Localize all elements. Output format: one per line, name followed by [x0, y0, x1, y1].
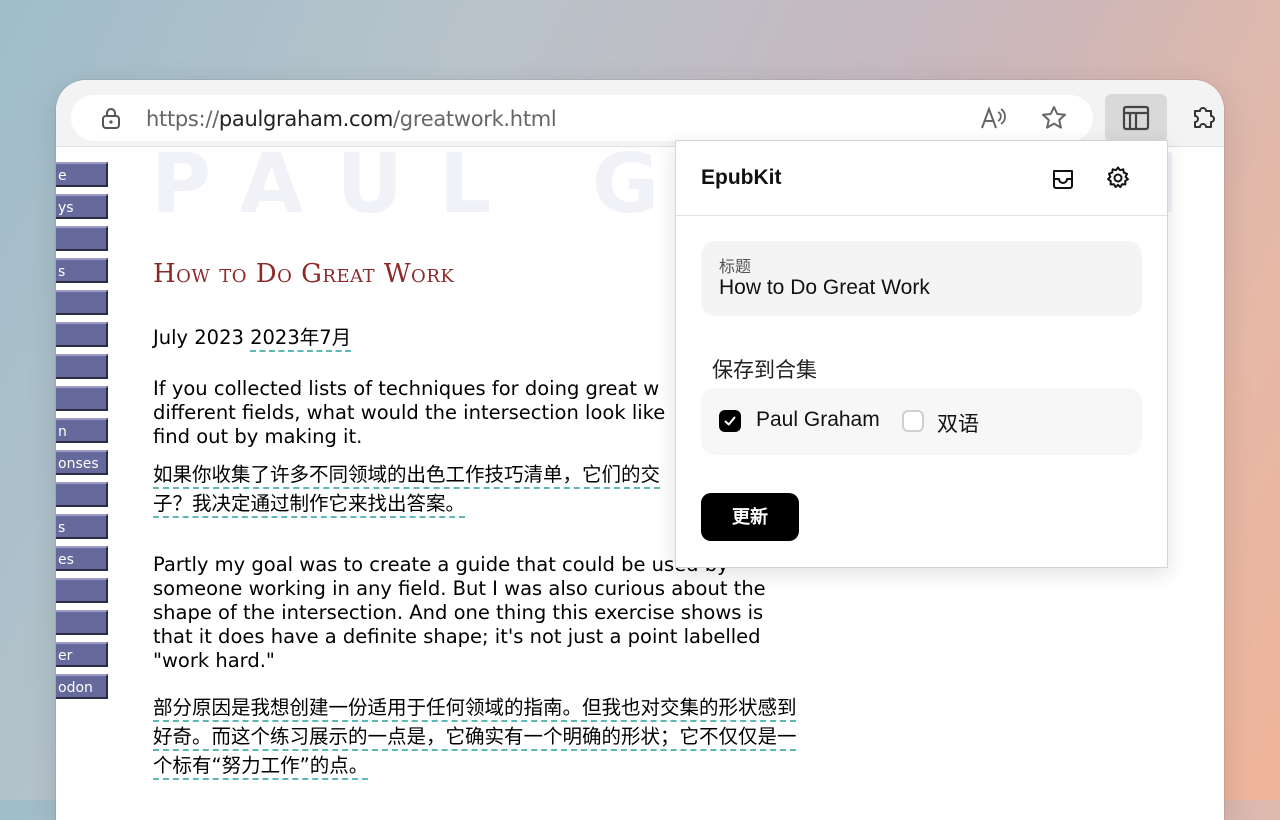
article-title: How to Do Great Work [153, 259, 455, 289]
epubkit-popup: EpubKit 标题 How to Do Great Work 保存到合集 Pa… [675, 140, 1168, 568]
favorite-star-icon[interactable] [1040, 104, 1068, 132]
url-text[interactable]: https://paulgraham.com/greatwork.html [146, 107, 557, 131]
site-nav-button[interactable] [56, 322, 108, 347]
paragraph-2-en: Partly my goal was to create a guide tha… [153, 553, 766, 672]
date-en: July 2023 [153, 326, 244, 349]
extensions-puzzle-icon[interactable] [1189, 103, 1217, 131]
site-nav-button[interactable]: odon [56, 674, 108, 699]
url-prefix: https:// [146, 107, 219, 131]
site-nav-label: er [58, 648, 73, 664]
date-zh: 2023年7月 [250, 326, 352, 349]
zh-line: 子？我决定通过制作它来找出答案。 [153, 492, 466, 515]
url-domain: paulgraham.com [218, 107, 394, 131]
update-button[interactable]: 更新 [701, 493, 799, 541]
site-nav-button[interactable]: s [56, 258, 108, 283]
collection-choices: Paul Graham 双语 [701, 388, 1142, 455]
site-nav-label: es [58, 552, 74, 568]
lock-icon[interactable] [101, 107, 121, 129]
url-path: /greatwork.html [393, 107, 557, 131]
epubkit-extension-icon [1122, 105, 1150, 131]
site-nav-label: n [58, 424, 67, 440]
site-nav-label: onses [58, 456, 99, 472]
epubkit-extension-button[interactable] [1105, 94, 1167, 142]
checkbox-bilingual[interactable] [902, 410, 924, 432]
zh-line: 如果你收集了许多不同领域的出色工作技巧清单，它们的交 [153, 463, 661, 486]
title-field[interactable]: 标题 How to Do Great Work [701, 241, 1142, 316]
site-nav-button[interactable] [56, 578, 108, 603]
read-aloud-icon[interactable] [979, 104, 1007, 132]
site-nav-label: e [58, 168, 67, 184]
site-nav-label: s [58, 520, 66, 536]
checkbox-paul-graham[interactable] [719, 410, 741, 432]
inbox-icon[interactable] [1050, 165, 1076, 191]
collection-section-label: 保存到合集 [712, 359, 817, 382]
zh-line: 好奇。而这个练习展示的一点是，它确实有一个明确的形状；它不仅仅是一 [153, 725, 797, 748]
site-nav-button[interactable] [56, 290, 108, 315]
site-nav-button[interactable]: s [56, 514, 108, 539]
settings-gear-icon[interactable] [1105, 165, 1131, 191]
zh-line: 部分原因是我想创建一份适用于任何领域的指南。但我也对交集的形状感到 [153, 696, 797, 719]
site-nav-button[interactable] [56, 386, 108, 411]
site-nav-button[interactable]: e [56, 162, 108, 187]
site-nav-button[interactable] [56, 610, 108, 635]
collection-label-paul-graham[interactable]: Paul Graham [756, 408, 880, 432]
site-nav-button[interactable]: ys [56, 194, 108, 219]
site-nav-button[interactable]: er [56, 642, 108, 667]
site-nav-button[interactable] [56, 226, 108, 251]
site-nav-button[interactable] [56, 482, 108, 507]
zh-line: 个标有“努力工作”的点。 [153, 754, 369, 777]
popup-brand: EpubKit [701, 166, 782, 189]
site-nav-button[interactable]: n [56, 418, 108, 443]
collection-label-bilingual[interactable]: 双语 [937, 408, 979, 438]
site-nav-button[interactable]: es [56, 546, 108, 571]
site-nav-label: ys [58, 200, 74, 216]
paragraph-2-zh: 部分原因是我想创建一份适用于任何领域的指南。但我也对交集的形状感到 好奇。而这个… [153, 693, 818, 780]
address-bar[interactable]: https://paulgraham.com/greatwork.html [71, 95, 1093, 141]
checkmark-icon [724, 416, 736, 426]
site-nav-label: s [58, 264, 66, 280]
title-field-value[interactable]: How to Do Great Work [719, 276, 930, 300]
title-field-label: 标题 [719, 259, 752, 276]
site-nav-label: odon [58, 680, 93, 696]
popup-header: EpubKit [676, 141, 1167, 216]
site-nav-button[interactable]: onses [56, 450, 108, 475]
site-nav-button[interactable] [56, 354, 108, 379]
